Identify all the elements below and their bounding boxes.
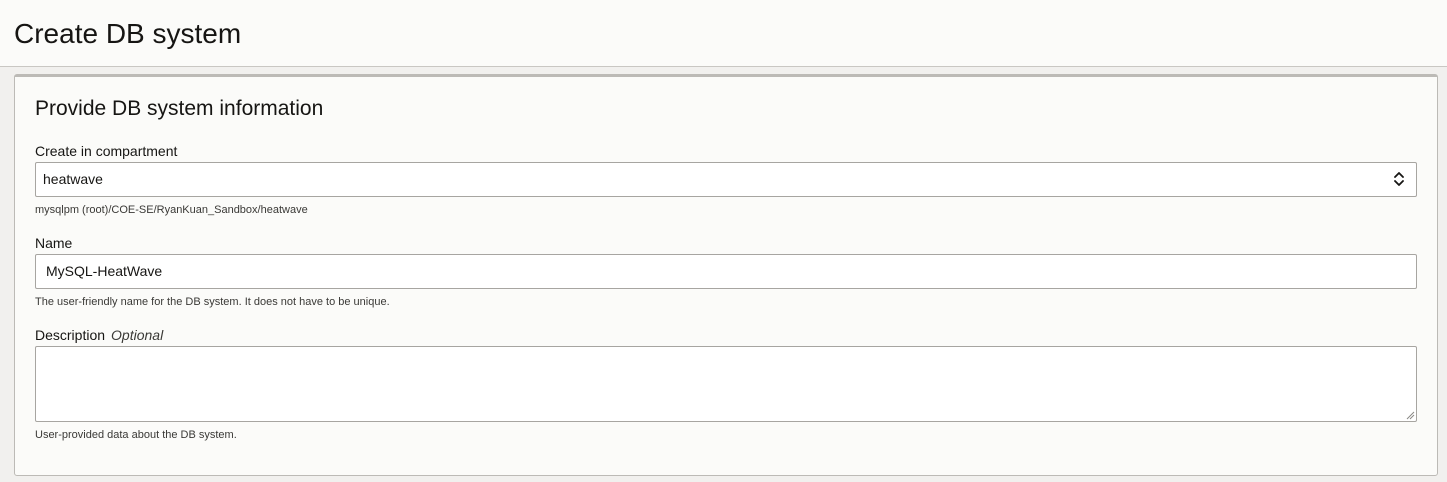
section-title: Provide DB system information xyxy=(35,97,324,120)
compartment-label: Create in compartment xyxy=(35,143,178,159)
name-input[interactable]: MySQL-HeatWave xyxy=(35,254,1417,289)
optional-tag: Optional xyxy=(111,327,164,343)
page-header: Create DB system xyxy=(0,0,1447,67)
compartment-value: heatwave xyxy=(43,171,103,187)
name-help: The user-friendly name for the DB system… xyxy=(35,296,390,308)
description-label: Description Optional xyxy=(35,326,163,344)
up-down-chevron-icon xyxy=(1394,172,1404,186)
page-title: Create DB system xyxy=(14,18,242,49)
description-textarea[interactable] xyxy=(35,346,1417,422)
name-label: Name xyxy=(35,235,73,251)
resize-grip-icon[interactable] xyxy=(1406,411,1415,420)
compartment-path: mysqlpm (root)/COE-SE/RyanKuan_Sandbox/h… xyxy=(35,204,308,216)
description-help: User-provided data about the DB system. xyxy=(35,429,237,441)
page-scroll-gutter xyxy=(1440,67,1447,482)
compartment-select[interactable]: heatwave xyxy=(35,162,1417,197)
db-system-info-panel: Provide DB system information Create in … xyxy=(14,74,1438,476)
description-label-text: Description xyxy=(35,327,106,343)
